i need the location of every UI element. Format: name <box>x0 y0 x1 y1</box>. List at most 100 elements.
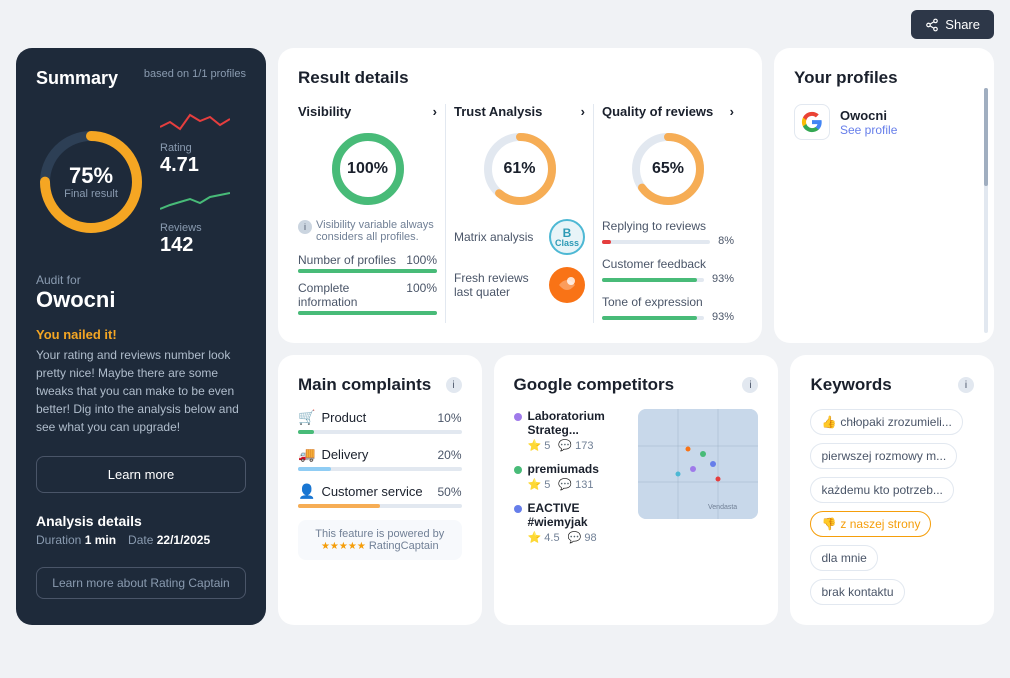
result-details-card: Result details Visibility › 100% <box>278 48 762 343</box>
competitor-list: Laboratorium Strateg... ⭐ 5 💬 173 premiu… <box>514 409 629 544</box>
audit-for-label: Audit for <box>36 273 246 287</box>
competitor-name-0: Laboratorium Strateg... <box>528 409 629 437</box>
stars-icon: ★★★★★ <box>321 541 366 552</box>
competitors-info-icon[interactable]: i <box>742 377 758 393</box>
b-class-badge: B Class <box>549 219 585 255</box>
share-button[interactable]: Share <box>911 10 994 39</box>
complaint-product-name: Product <box>321 410 431 425</box>
quality-chevron[interactable]: › <box>730 104 734 119</box>
analysis-details: Analysis details Duration 1 min Date 22/… <box>36 513 246 547</box>
competitor-2: EACTIVE #wiemyjak ⭐ 4.5 💬 98 <box>514 501 629 544</box>
tone-expression-item: Tone of expression 93% <box>602 295 734 323</box>
complaint-delivery-header: 🚚 Delivery 20% <box>298 446 462 463</box>
tone-progress-row: 93% <box>602 311 734 323</box>
competitor-1: premiumads ⭐ 5 💬 131 <box>514 462 629 491</box>
num-profiles-fill <box>298 269 437 273</box>
matrix-analysis-item: Matrix analysis B Class <box>454 219 585 255</box>
review-icon-2: 💬 98 <box>568 531 597 544</box>
product-icon: 🛒 <box>298 409 315 426</box>
learn-more-rating-button[interactable]: Learn more about Rating Captain <box>36 567 246 599</box>
svg-text:Vendasta: Vendasta <box>708 504 737 511</box>
complaint-cs-header: 👤 Customer service 50% <box>298 483 462 500</box>
star-icon-1: ⭐ 5 <box>528 478 551 491</box>
profile-info: Owocni See profile <box>840 108 897 137</box>
summary-card: Summary based on 1/1 profiles 75% Final … <box>16 48 266 625</box>
visibility-note: i Visibility variable always considers a… <box>298 219 437 243</box>
customer-feedback-item: Customer feedback 93% <box>602 257 734 285</box>
complaint-product-header: 🛒 Product 10% <box>298 409 462 426</box>
feedback-progress-row: 93% <box>602 273 734 285</box>
competitors-title-row: Google competitors i <box>514 375 759 395</box>
keyword-0[interactable]: 👍 chłopaki zrozumieli... <box>810 409 962 435</box>
delivery-icon: 🚚 <box>298 446 315 463</box>
keywords-title: Keywords <box>810 375 891 395</box>
cs-progress <box>298 504 462 508</box>
scrollbar-thumb <box>984 88 988 186</box>
audit-name: Owocni <box>36 287 246 313</box>
competitor-meta-0: ⭐ 5 💬 173 <box>528 439 629 452</box>
keyword-5[interactable]: brak kontaktu <box>810 579 904 605</box>
share-icon <box>925 18 939 32</box>
rating-sparkline <box>160 107 230 137</box>
date-label: Date 22/1/2025 <box>128 533 210 547</box>
powered-by-brand: ★★★★★ RatingCaptain <box>310 540 450 552</box>
complaint-cs-name: Customer service <box>321 484 431 499</box>
keyword-3[interactable]: 👎 z naszej strony <box>810 511 931 537</box>
see-profile-link[interactable]: See profile <box>840 123 897 137</box>
complaint-customer-service: 👤 Customer service 50% <box>298 483 462 508</box>
competitors-card: Google competitors i Laboratorium Strate… <box>494 355 779 625</box>
complaints-title: Main complaints <box>298 375 431 395</box>
complaints-title-row: Main complaints i <box>298 375 462 395</box>
trust-inner: Matrix analysis B Class Fresh reviews la… <box>454 219 585 303</box>
complaint-delivery-pct: 20% <box>437 448 461 462</box>
keyword-4[interactable]: dla mnie <box>810 545 877 571</box>
feedback-progress <box>602 278 704 282</box>
keywords-info-icon[interactable]: i <box>958 377 974 393</box>
powered-by-badge: This feature is powered by ★★★★★ RatingC… <box>298 520 462 560</box>
complaint-product-pct: 10% <box>437 411 461 425</box>
rating-label: Rating <box>160 142 230 154</box>
keywords-title-row: Keywords i <box>810 375 974 395</box>
summary-title: Summary <box>36 68 118 89</box>
final-result-donut: 75% Final result <box>36 127 146 237</box>
visibility-title: Visibility <box>298 104 351 119</box>
num-profiles-item: Number of profiles 100% <box>298 253 437 267</box>
replying-progress <box>602 240 710 244</box>
learn-more-button[interactable]: Learn more <box>36 456 246 493</box>
keyword-1[interactable]: pierwszej rozmowy m... <box>810 443 957 469</box>
reviews-value: 142 <box>160 234 230 257</box>
star-icon-0: ⭐ 5 <box>528 439 551 452</box>
reviews-box: Reviews 142 <box>160 187 230 257</box>
complete-info-progress <box>298 311 437 315</box>
tone-progress <box>602 316 704 320</box>
complaint-delivery: 🚚 Delivery 20% <box>298 446 462 471</box>
complaints-info-icon[interactable]: i <box>446 377 462 393</box>
complaint-cs-pct: 50% <box>437 485 461 499</box>
visibility-chevron[interactable]: › <box>433 104 437 119</box>
competitor-dot-2 <box>514 505 522 513</box>
trust-percent: 61% <box>503 160 535 178</box>
delivery-progress <box>298 467 462 471</box>
profile-name: Owocni <box>840 108 897 123</box>
star-icon-2: ⭐ 4.5 <box>528 531 560 544</box>
competitor-name-1: premiumads <box>528 462 599 476</box>
quality-section: Quality of reviews › 65% Replying to rev… <box>594 104 742 323</box>
complaint-delivery-name: Delivery <box>321 447 431 462</box>
competitor-meta-1: ⭐ 5 💬 131 <box>528 478 599 491</box>
quality-percent: 65% <box>652 160 684 178</box>
product-progress <box>298 430 462 434</box>
reviews-label: Reviews <box>160 222 230 234</box>
competitor-meta-2: ⭐ 4.5 💬 98 <box>528 531 629 544</box>
trust-donut: 61% <box>480 129 560 209</box>
nailed-section: You nailed it! Your rating and reviews n… <box>36 323 246 436</box>
competitor-dot-1 <box>514 466 522 474</box>
trust-chevron[interactable]: › <box>581 104 585 119</box>
analysis-meta: Duration 1 min Date 22/1/2025 <box>36 533 246 547</box>
nailed-it-label: You nailed it! <box>36 327 246 342</box>
replying-reviews-item: Replying to reviews 8% <box>602 219 734 247</box>
keyword-2[interactable]: każdemu kto potrzeb... <box>810 477 953 503</box>
visibility-donut: 100% <box>328 129 408 209</box>
thumbsup-icon-0: 👍 <box>821 415 836 429</box>
map-visualization: Vendasta <box>638 409 758 519</box>
trust-title: Trust Analysis <box>454 104 542 119</box>
